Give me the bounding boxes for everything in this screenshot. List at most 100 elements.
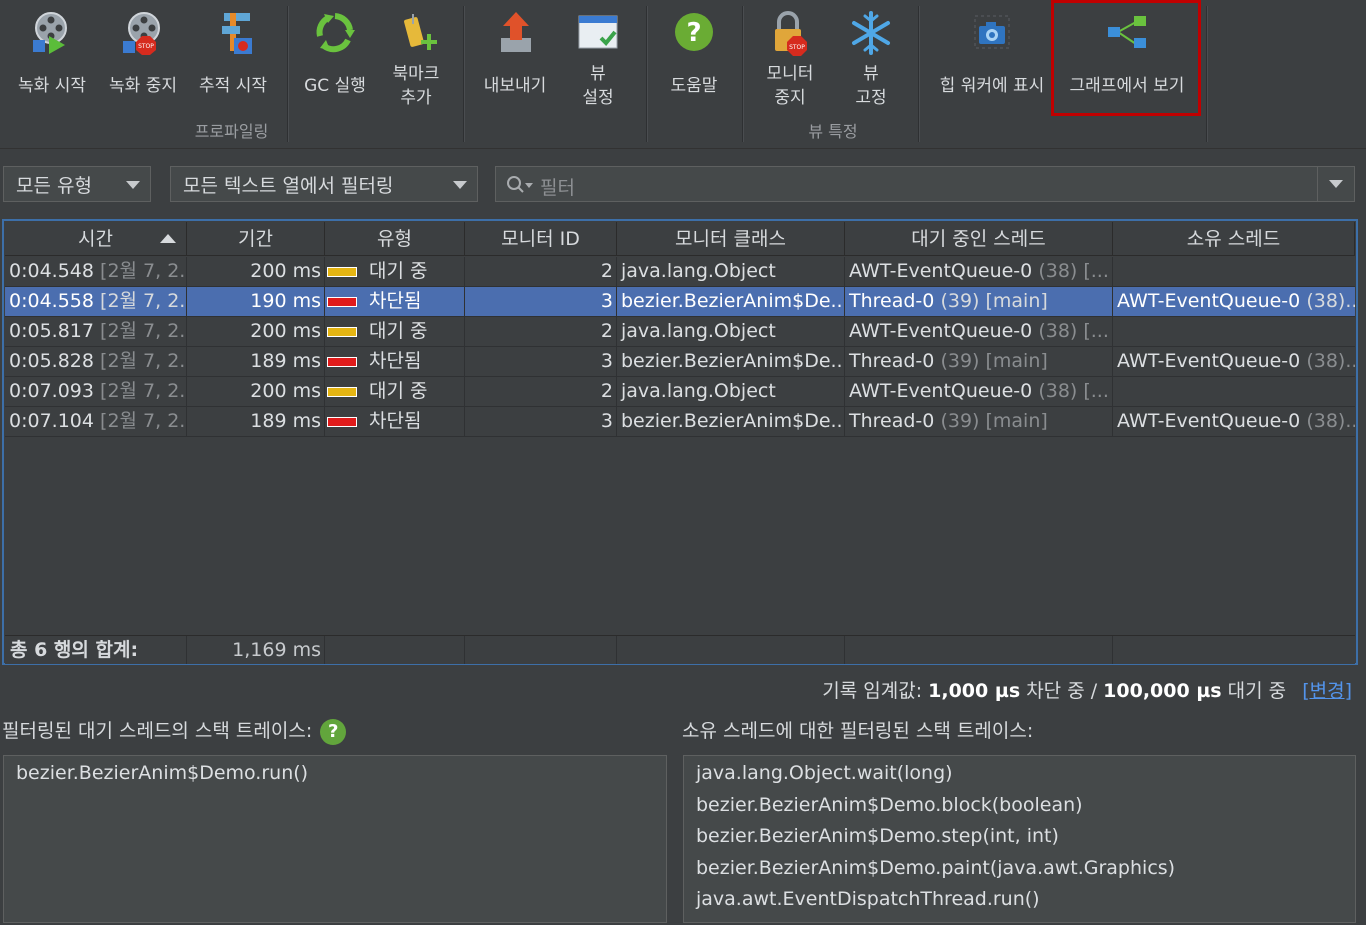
filter-history-dropdown[interactable] [1317, 167, 1354, 201]
column-header-duration[interactable]: 기간 [187, 222, 325, 256]
column-header-monitor-id[interactable]: 모니터 ID [465, 222, 617, 256]
type-value: 대기 중 [369, 320, 428, 342]
blocked-threshold-value: 1,000 µs [928, 680, 1021, 702]
export-button[interactable]: 내보내기 [474, 6, 556, 110]
view-specific-group-label: 뷰 특정 [808, 122, 858, 141]
cell-type: 대기 중 [325, 317, 465, 346]
stop-monitors-label: 모니터 중지 [766, 64, 814, 108]
recycle-icon [312, 10, 358, 56]
chevron-down-icon [126, 181, 140, 189]
table-row[interactable]: 0:04.558 [2월 7, 2...190 ms 차단됨 3bezier.Bez… [5, 287, 1355, 317]
toolbar: 녹화 시작 STOP 녹화 중지 추적 시작 GC 실행 북마크 추가 내보내기… [0, 0, 1366, 149]
add-bookmark-button[interactable]: 북마크 추가 [380, 6, 452, 110]
cell-type: 차단됨 [325, 347, 465, 376]
table-footer: 총 6 행의 합계: 1,169 ms [5, 635, 1355, 664]
help-icon: ? [671, 10, 717, 56]
stack-frame[interactable]: bezier.BezierAnim$Demo.step(int, int) [696, 825, 1059, 847]
cell-monitor-id: 2 [465, 257, 617, 286]
stack-frame[interactable]: java.awt.EventDispatchThread.run() [696, 888, 1040, 910]
cell-owning-thread: AWT-EventQueue-0 (38)... [1113, 407, 1355, 436]
table-row[interactable]: 0:07.104 [2월 7, 2...189 ms 차단됨 3bezier.Bez… [5, 407, 1355, 437]
column-header-owning-thread[interactable]: 소유 스레드 [1113, 222, 1355, 256]
cell-owning-thread [1113, 317, 1355, 346]
freeze-view-button[interactable]: 뷰 고정 [834, 6, 908, 110]
waiting-thread-name: Thread-0 [849, 350, 935, 372]
cell-duration: 200 ms [187, 317, 325, 346]
cell-waiting-thread: Thread-0 (39) [main] [845, 287, 1113, 316]
cell-monitor-id: 3 [465, 407, 617, 436]
cell-monitor-id: 3 [465, 287, 617, 316]
start-tracking-button[interactable]: 추적 시작 [190, 6, 276, 110]
stack-frame[interactable]: bezier.BezierAnim$Demo.paint(java.awt.Gr… [696, 857, 1175, 879]
stack-frame[interactable]: bezier.BezierAnim$Demo.block(boolean) [696, 794, 1083, 816]
column-header-type[interactable]: 유형 [325, 222, 465, 256]
time-value: 0:05.828 [9, 350, 94, 372]
cell-duration: 189 ms [187, 347, 325, 376]
table-row[interactable]: 0:05.828 [2월 7, 2...189 ms 차단됨 3bezier.Bez… [5, 347, 1355, 377]
waiting-thread-detail: (38) [... [1038, 380, 1109, 402]
date-value: [2월 7, 2... [100, 320, 186, 342]
help-button[interactable]: ? 도움말 [656, 6, 732, 110]
help-icon[interactable]: ? [320, 718, 347, 745]
owning-thread-detail: (38)... [1306, 410, 1355, 432]
type-color-bar [327, 296, 357, 307]
cell-time: 0:07.093 [2월 7, 2... [5, 377, 187, 406]
cell-waiting-thread: AWT-EventQueue-0 (38) [... [845, 317, 1113, 346]
cell-monitor-class: bezier.BezierAnim$De... [617, 287, 845, 316]
filter-placeholder: 필터 [540, 177, 575, 199]
type-value: 차단됨 [369, 410, 422, 432]
table-row[interactable]: 0:04.548 [2월 7, 2...200 ms 대기 중 2java.lang… [5, 257, 1355, 287]
cell-duration: 189 ms [187, 407, 325, 436]
type-value: 차단됨 [369, 290, 422, 312]
cell-owning-thread [1113, 257, 1355, 286]
waiting-thread-detail: (39) [main] [940, 290, 1048, 312]
cell-time: 0:04.558 [2월 7, 2... [5, 287, 187, 316]
cell-monitor-class: java.lang.Object [617, 377, 845, 406]
waiting-threshold-text: 대기 중 [1227, 680, 1287, 702]
lock-stop-icon: STOP [767, 10, 813, 56]
date-value: [2월 7, 2... [100, 350, 186, 372]
run-gc-button[interactable]: GC 실행 [296, 6, 374, 110]
stack-frame[interactable]: java.lang.Object.wait(long) [696, 762, 953, 784]
toolbar-separator [1206, 6, 1208, 142]
blocked-threshold-text: 차단 중 / [1026, 680, 1098, 702]
column-header-monitor-class[interactable]: 모니터 클래스 [617, 222, 845, 256]
stack-frame[interactable]: bezier.BezierAnim$Demo.run() [16, 762, 308, 784]
waiting-thread-name: Thread-0 [849, 290, 935, 312]
column-header-time[interactable]: 시간 [5, 222, 187, 256]
time-value: 0:07.093 [9, 380, 94, 402]
chevron-down-icon [453, 181, 467, 189]
svg-text:STOP: STOP [789, 44, 805, 51]
camera-icon [969, 10, 1015, 56]
cell-type: 차단됨 [325, 407, 465, 436]
stop-recording-button[interactable]: STOP 녹화 중지 [100, 6, 186, 110]
waiting-threshold-value: 100,000 µs [1103, 680, 1222, 702]
stop-recording-label: 녹화 중지 [109, 76, 177, 96]
time-value: 0:07.104 [9, 410, 94, 432]
cell-monitor-class: java.lang.Object [617, 317, 845, 346]
view-settings-button[interactable]: 뷰 설정 [562, 6, 634, 110]
cell-monitor-class: bezier.BezierAnim$De... [617, 347, 845, 376]
type-color-bar [327, 386, 357, 397]
run-gc-label: GC 실행 [304, 76, 366, 96]
stop-monitors-button[interactable]: STOP 모니터 중지 [752, 6, 828, 110]
help-label: 도움말 [670, 76, 718, 96]
search-icon [506, 175, 534, 200]
cell-time: 0:04.548 [2월 7, 2... [5, 257, 187, 286]
view-settings-icon [575, 10, 621, 56]
cell-waiting-thread: AWT-EventQueue-0 (38) [... [845, 377, 1113, 406]
waiting-thread-detail: (39) [main] [940, 410, 1048, 432]
filter-search-field[interactable]: 필터 [495, 166, 1355, 202]
table-row[interactable]: 0:07.093 [2월 7, 2...200 ms 대기 중 2java.lang… [5, 377, 1355, 407]
type-filter-combo[interactable]: 모든 유형 [3, 166, 151, 202]
start-recording-button[interactable]: 녹화 시작 [8, 6, 96, 110]
export-icon [492, 10, 538, 56]
change-threshold-link[interactable]: [변경] [1302, 680, 1352, 702]
date-value: [2월 7, 2... [100, 410, 186, 432]
film-reel-play-icon [29, 10, 75, 56]
column-filter-combo[interactable]: 모든 텍스트 열에서 필터링 [170, 166, 478, 202]
table-row[interactable]: 0:05.817 [2월 7, 2...200 ms 대기 중 2java.lang… [5, 317, 1355, 347]
column-header-waiting-thread[interactable]: 대기 중인 스레드 [845, 222, 1113, 256]
cell-monitor-id: 2 [465, 377, 617, 406]
show-in-heap-walker-button[interactable]: 힙 워커에 표시 [930, 6, 1054, 110]
